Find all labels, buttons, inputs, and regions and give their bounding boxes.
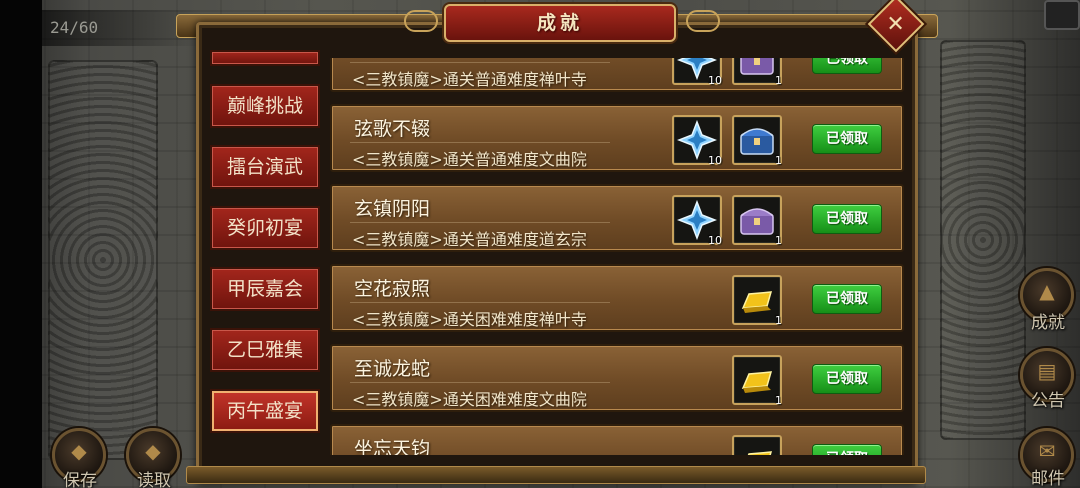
achievement-name: 空花寂照 — [354, 278, 431, 300]
achievement-desc: <三教镇魔>通关普通难度道玄宗 — [352, 230, 587, 249]
gold-bar-icon — [741, 291, 773, 313]
tab-bingwu[interactable]: 丙午盛宴 — [210, 389, 320, 433]
claimed-button[interactable]: 已领取 — [812, 204, 882, 234]
gold-bar-icon — [747, 451, 773, 455]
reward-slot[interactable]: 10 — [672, 115, 722, 167]
menu-icon[interactable] — [1044, 0, 1080, 30]
mail-icon: ✉ — [1038, 439, 1056, 463]
tab-partial[interactable] — [210, 50, 320, 66]
save-icon: ◆ — [71, 439, 87, 463]
reward-qty: 1 — [775, 74, 782, 87]
dialog-bottom-frame — [186, 466, 926, 484]
claimed-button[interactable]: 已领取 — [812, 124, 882, 154]
row-divider — [350, 382, 610, 383]
wall-carving-right — [940, 40, 1026, 440]
tab-jiachen[interactable]: 甲辰嘉会 — [210, 267, 320, 311]
title-ornament-left — [404, 10, 438, 32]
mail-label: 邮件 — [1031, 469, 1065, 488]
achievement-name: 弦歌不辍 — [354, 118, 431, 140]
achievement-row: 空花寂照 <三教镇魔>通关困难难度禅叶寺 1 已领取 — [330, 264, 904, 332]
title-ornament-right — [686, 10, 720, 32]
achievement-row: 至诚龙蛇 <三教镇魔>通关困难难度文曲院 1 已领取 — [330, 344, 904, 412]
reward-qty: 10 — [708, 74, 722, 87]
achievement-label: 成就 — [1031, 313, 1065, 333]
achievement-desc: <三教镇魔>通关普通难度禅叶寺 — [352, 70, 587, 89]
achievement-row: <三教镇魔>通关普通难度禅叶寺 10 1 已领取 — [330, 58, 904, 92]
load-label: 读取 — [137, 471, 171, 488]
achievement-list[interactable]: <三教镇魔>通关普通难度禅叶寺 10 1 已领取 弦歌不辍 <三教镇魔>通关普通… — [328, 58, 906, 455]
achievement-name: 玄镇阴阳 — [354, 198, 431, 220]
chest-purple-icon — [740, 208, 774, 235]
notice-icon: ▤ — [1037, 359, 1057, 383]
reward-slot[interactable]: 1 — [732, 58, 782, 87]
reward-slot[interactable]: 10 — [672, 195, 722, 247]
reward-qty: 1 — [775, 234, 782, 247]
claimed-button[interactable]: 已领取 — [812, 364, 882, 394]
achievement-icon: ▲ — [1039, 279, 1055, 303]
claimed-button[interactable]: 已领取 — [812, 58, 882, 74]
claimed-button[interactable]: 已领取 — [812, 284, 882, 314]
claimed-button[interactable]: 已领取 — [812, 444, 882, 455]
reward-slot[interactable]: 1 — [732, 195, 782, 247]
gold-bar-icon — [741, 371, 773, 393]
achievement-row: 玄镇阴阳 <三教镇魔>通关普通难度道玄宗 10 1 已领取 — [330, 184, 904, 252]
close-icon: ✕ — [886, 11, 905, 37]
chest-blue-icon — [740, 128, 774, 155]
tab-arena[interactable]: 擂台演武 — [210, 145, 320, 189]
reward-slot[interactable]: 1 — [732, 355, 782, 407]
reward-qty: 1 — [775, 154, 782, 167]
row-divider — [350, 302, 610, 303]
reward-qty: 10 — [708, 154, 722, 167]
reward-qty: 10 — [708, 234, 722, 247]
tab-yisi[interactable]: 乙巳雅集 — [210, 328, 320, 372]
tab-guimao[interactable]: 癸卯初宴 — [210, 206, 320, 250]
row-divider — [350, 222, 610, 223]
wall-carving-left — [48, 60, 158, 460]
achievement-row: 弦歌不辍 <三教镇魔>通关普通难度文曲院 10 1 已领取 — [330, 104, 904, 172]
reward-slot[interactable] — [732, 435, 782, 455]
chest-purple-icon — [740, 58, 774, 75]
achievement-desc: <三教镇魔>通关困难难度禅叶寺 — [352, 310, 587, 329]
notice-label: 公告 — [1031, 391, 1065, 411]
achievement-name: 至诚龙蛇 — [354, 358, 431, 380]
dialog-title-text: 成就 — [536, 12, 583, 34]
screen-edge — [0, 0, 42, 488]
reward-qty: 1 — [775, 394, 782, 407]
save-label: 保存 — [63, 471, 97, 488]
load-icon: ◆ — [145, 439, 161, 463]
achievement-name: 坐忘天钧 — [354, 438, 431, 455]
reward-slot[interactable]: 1 — [732, 275, 782, 327]
tab-peak-challenge[interactable]: 巅峰挑战 — [210, 84, 320, 128]
reward-slot[interactable]: 10 — [672, 58, 722, 87]
row-divider — [350, 142, 610, 143]
achievement-desc: <三教镇魔>通关困难难度文曲院 — [352, 390, 587, 409]
achievement-row: 坐忘天钧 已领取 — [330, 424, 904, 455]
achievement-desc: <三教镇魔>通关普通难度文曲院 — [352, 150, 587, 169]
reward-qty: 1 — [775, 314, 782, 327]
row-divider — [350, 62, 610, 63]
reward-slot[interactable]: 1 — [732, 115, 782, 167]
dialog-title: 成就 — [444, 4, 676, 42]
